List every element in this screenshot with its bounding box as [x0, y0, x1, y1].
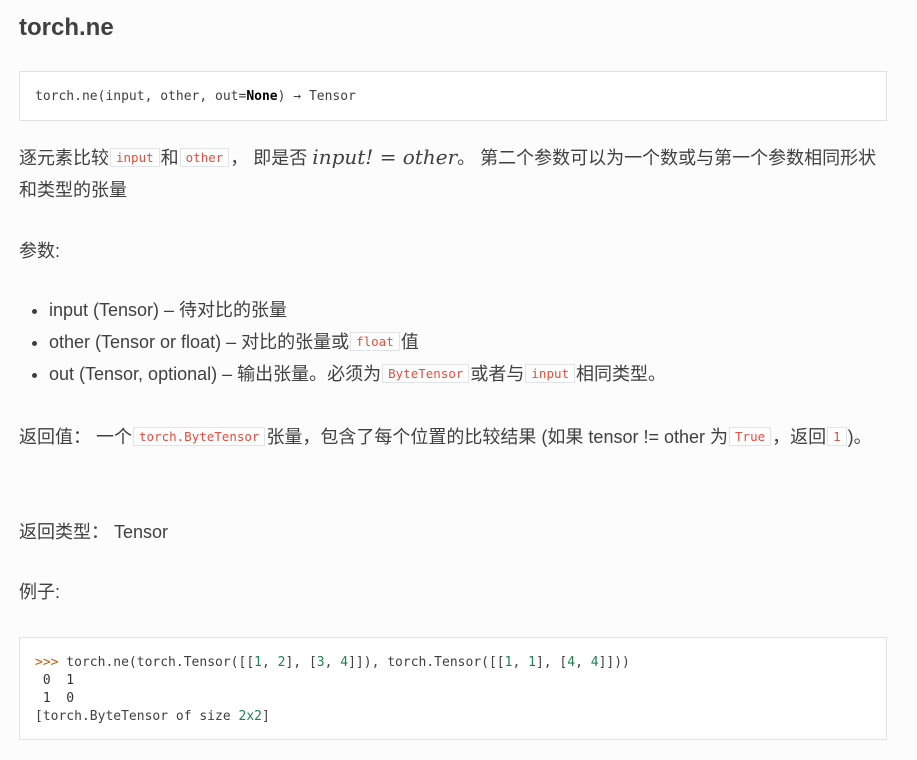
- signature-box: torch.ne(input, other, out=None) → Tenso…: [19, 71, 887, 121]
- code-bytetensor: ByteTensor: [382, 364, 470, 383]
- code-torch-bytetensor: torch.ByteTensor: [133, 427, 266, 446]
- prompt-marker: >>>: [35, 655, 59, 670]
- signature-default-none: None: [246, 89, 278, 104]
- return-type: 返回类型： Tensor: [19, 522, 169, 542]
- params-list: input (Tensor) – 待对比的张量 other (Tensor or…: [19, 294, 889, 390]
- code-one: 1: [827, 427, 847, 446]
- code-float: float: [350, 332, 400, 351]
- output-row-1: 0 1: [35, 673, 75, 688]
- code-true: True: [729, 427, 772, 446]
- code-input-type: input: [525, 364, 576, 383]
- code-other: other: [179, 148, 230, 167]
- signature-suffix: ) → Tensor: [277, 89, 356, 104]
- math-expression: input! = other: [312, 145, 458, 169]
- param-item-other: other (Tensor or float) – 对比的张量或float值: [49, 326, 889, 358]
- example-heading: 例子:: [19, 582, 61, 602]
- signature-prefix: torch.ne(input, other, out=: [35, 89, 247, 104]
- function-signature: torch.ne(input, other, out=None) → Tenso…: [35, 89, 356, 104]
- page-title: torch.ne: [19, 14, 114, 41]
- params-heading: 参数:: [19, 241, 61, 261]
- example-code: >>> torch.ne(torch.Tensor([[1, 2], [3, 4…: [35, 655, 630, 724]
- output-row-2: 1 0: [35, 691, 75, 706]
- param-item-out: out (Tensor, optional) – 输出张量。必须为ByteTen…: [49, 358, 889, 390]
- param-item-input: input (Tensor) – 待对比的张量: [49, 294, 889, 326]
- returns-paragraph: 返回值： 一个 torch.ByteTensor 张量，包含了每个位置的比较结果 (…: [19, 427, 872, 447]
- example-code-block: >>> torch.ne(torch.Tensor([[1, 2], [3, 4…: [19, 637, 887, 740]
- description: 逐元素比较 input 和 other， 即是否 input! = other。 第二…: [19, 145, 877, 200]
- code-input: input: [110, 148, 160, 167]
